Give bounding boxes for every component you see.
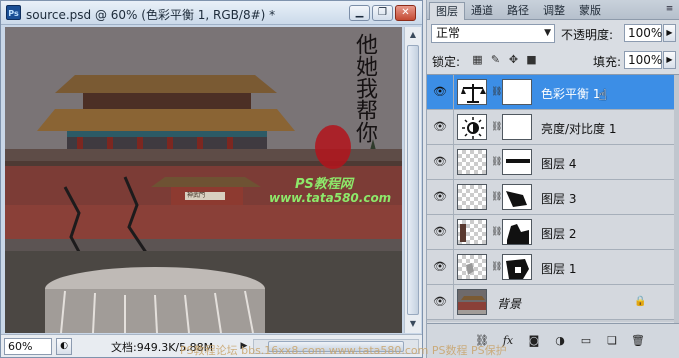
lock-all-icon[interactable]: ■	[525, 53, 538, 66]
layer-name: 图层 2	[541, 227, 577, 241]
document-title: source.psd @ 60% (色彩平衡 1, RGB/8#) *	[26, 8, 276, 22]
minimize-button[interactable]: ▁	[349, 5, 370, 21]
scroll-down-icon[interactable]: ▼	[408, 319, 418, 329]
mask-link-icon[interactable]: ⛓	[491, 191, 502, 203]
layer-mask-thumbnail[interactable]	[502, 219, 532, 245]
panel-tab-bar: 图层 通道 路径 调整 蒙版 ≡	[427, 0, 679, 20]
layer-row[interactable]: 👁 ⛓ 亮度/对比度 1	[427, 110, 674, 145]
layer-name: 色彩平衡 1	[541, 87, 601, 101]
opacity-field[interactable]: 100%	[624, 24, 662, 42]
restore-button[interactable]: ❐	[372, 5, 393, 21]
tab-layers[interactable]: 图层	[429, 2, 465, 20]
panel-menu-icon[interactable]: ≡	[663, 3, 676, 16]
layer-row[interactable]: 👁 ⛓ 色彩平衡 1	[427, 75, 674, 110]
layers-scrollbar[interactable]	[674, 75, 679, 323]
layers-panel: 图层 通道 路径 调整 蒙版 ≡ 正常 ▼ 不透明度: 100% ▶ 锁定: ▦…	[426, 0, 679, 358]
add-mask-icon[interactable]: ◙	[525, 332, 543, 349]
layer-thumbnail	[457, 184, 487, 210]
mask-link-icon[interactable]: ⛓	[491, 261, 502, 273]
fill-field[interactable]: 100%	[624, 51, 662, 69]
layer-thumbnail	[457, 219, 487, 245]
layer-name: 图层 4	[541, 157, 577, 171]
tab-paths[interactable]: 路径	[501, 2, 535, 20]
opacity-label: 不透明度:	[561, 28, 614, 42]
layer-mask-thumbnail[interactable]	[502, 184, 532, 210]
layer-mask-thumbnail[interactable]	[502, 79, 532, 105]
eye-icon[interactable]: 👁	[433, 261, 447, 273]
chevron-down-icon: ▼	[544, 28, 551, 38]
vertical-scrollbar[interactable]: ▲ ▼	[404, 27, 421, 333]
layer-mask-thumbnail[interactable]	[502, 254, 532, 280]
document-title-bar[interactable]: Ps source.psd @ 60% (色彩平衡 1, RGB/8#) * ▁…	[1, 1, 422, 25]
lock-icon: 🔒	[634, 296, 647, 307]
eye-icon[interactable]: 👁	[433, 226, 447, 238]
eye-icon[interactable]: 👁	[433, 121, 447, 133]
new-group-icon[interactable]: ▭	[577, 332, 595, 349]
layer-row[interactable]: 👁 ⛓ 图层 1	[427, 250, 674, 285]
eye-icon[interactable]: 👁	[433, 156, 447, 168]
layer-name: 背景	[497, 297, 522, 311]
delete-layer-icon[interactable]: 🗑	[629, 332, 647, 349]
gate-plaque: 神武門	[187, 192, 206, 199]
mask-link-icon[interactable]: ⛓	[491, 86, 502, 98]
hand-cursor-icon: ☝	[598, 86, 608, 104]
close-button[interactable]: ✕	[395, 5, 416, 21]
fill-slider-icon[interactable]: ▶	[663, 51, 676, 69]
calligraphy-text: 他她我帮你	[352, 33, 377, 143]
lock-transparent-icon[interactable]: ▦	[471, 53, 484, 66]
mask-link-icon[interactable]: ⛓	[491, 156, 502, 168]
new-adjustment-icon[interactable]: ◑	[551, 332, 569, 349]
layer-thumbnail	[457, 289, 487, 315]
blend-mode-select[interactable]: 正常 ▼	[431, 24, 555, 43]
lock-pixels-icon[interactable]: ✎	[489, 53, 502, 66]
layer-row[interactable]: 👁 背景 🔒	[427, 285, 674, 320]
layer-row[interactable]: 👁 ⛓ 图层 2	[427, 215, 674, 250]
blend-opacity-row: 正常 ▼ 不透明度: 100% ▶	[427, 22, 679, 46]
layer-mask-thumbnail[interactable]	[502, 114, 532, 140]
lock-position-icon[interactable]: ✥	[507, 53, 520, 66]
layer-row[interactable]: 👁 ⛓ 图层 3	[427, 180, 674, 215]
vertical-scroll-thumb[interactable]	[407, 45, 419, 315]
photoshop-app-icon: Ps	[6, 5, 21, 20]
zoom-field[interactable]: 60%	[4, 338, 52, 355]
layer-name: 亮度/对比度 1	[541, 122, 617, 136]
eye-icon[interactable]: 👁	[433, 86, 447, 98]
mask-link-icon[interactable]: ⛓	[491, 121, 502, 133]
site-label-url: www.tata580.com	[269, 191, 392, 205]
watermark-text: PS教程论坛 bbs.16xx8.com www.tata580.com PS数…	[180, 344, 507, 357]
brightness-contrast-icon	[457, 114, 487, 140]
zoom-options-icon[interactable]: ◐	[56, 338, 72, 355]
eye-icon[interactable]: 👁	[433, 296, 447, 308]
layer-mask-thumbnail[interactable]	[502, 149, 532, 175]
layer-row[interactable]: 👁 ⛓ 图层 4	[427, 145, 674, 180]
tab-masks[interactable]: 蒙版	[573, 2, 607, 20]
lock-fill-row: 锁定: ▦ ✎ ✥ ■ 填充: 100% ▶	[427, 48, 679, 72]
tab-channels[interactable]: 通道	[465, 2, 499, 20]
new-layer-icon[interactable]: ❏	[603, 332, 621, 349]
fill-label: 填充:	[593, 55, 622, 69]
color-balance-icon	[457, 79, 487, 105]
lock-label: 锁定:	[432, 55, 461, 69]
layer-name: 图层 3	[541, 192, 577, 206]
site-label-cn: PS教程网	[295, 177, 353, 192]
layer-thumbnail	[457, 149, 487, 175]
layers-list: 👁 ⛓ 色彩平衡 1 👁 ⛓ 亮度/对比度 1 👁 ⛓ 图层 4 👁 ⛓ 图层 …	[427, 74, 679, 323]
image-canvas[interactable]: 他她我帮你 PS教程网 www.tata580.com 神武門	[5, 27, 402, 333]
opacity-slider-icon[interactable]: ▶	[663, 24, 676, 42]
blend-mode-value: 正常	[436, 26, 461, 40]
scroll-up-icon[interactable]: ▲	[408, 30, 418, 40]
layer-thumbnail	[457, 254, 487, 280]
mask-link-icon[interactable]: ⛓	[491, 226, 502, 238]
tab-adjustments[interactable]: 调整	[537, 2, 571, 20]
eye-icon[interactable]: 👁	[433, 191, 447, 203]
layer-name: 图层 1	[541, 262, 577, 276]
document-window: Ps source.psd @ 60% (色彩平衡 1, RGB/8#) * ▁…	[0, 0, 423, 358]
